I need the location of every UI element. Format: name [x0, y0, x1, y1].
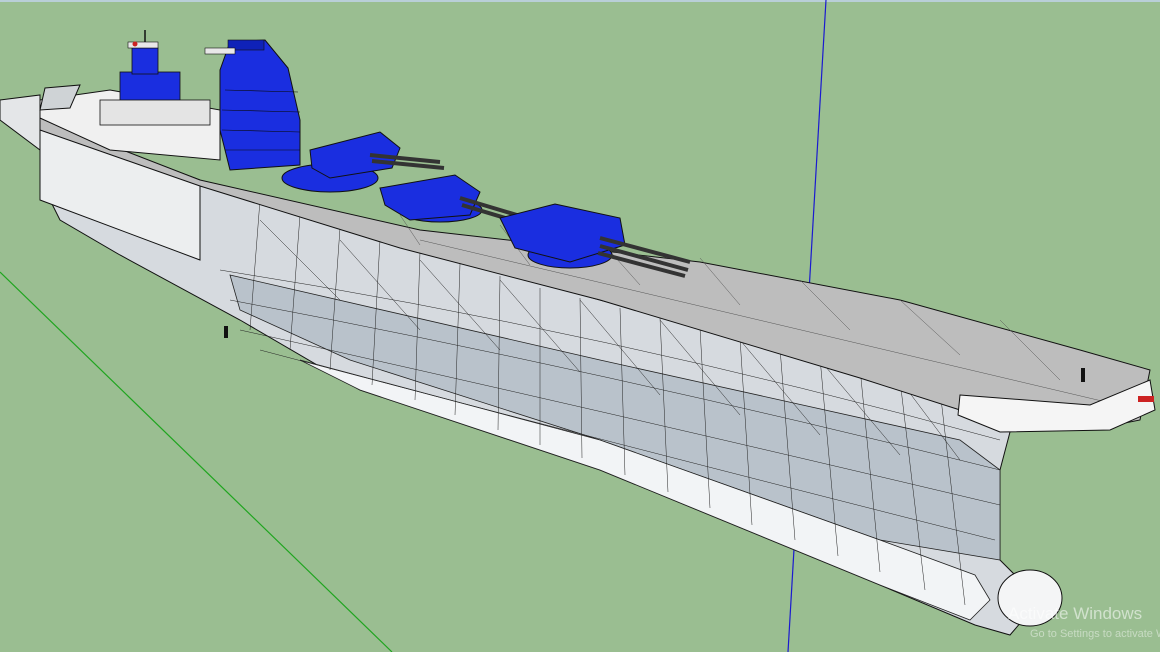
activation-watermark: Activate Windows [1008, 604, 1143, 623]
battleship-model[interactable] [0, 30, 1156, 636]
main-tower [219, 39, 301, 171]
scene-canvas[interactable] [0, 0, 1160, 652]
model-viewport[interactable]: Activate Windows Go to Settings to activ… [0, 0, 1160, 652]
activation-watermark-subtitle: Go to Settings to activate Windows. [1030, 628, 1160, 640]
figure-scale [224, 326, 228, 338]
stern-section [0, 94, 41, 151]
figure-bow [1081, 368, 1085, 382]
bow-red-marker [1138, 396, 1154, 402]
